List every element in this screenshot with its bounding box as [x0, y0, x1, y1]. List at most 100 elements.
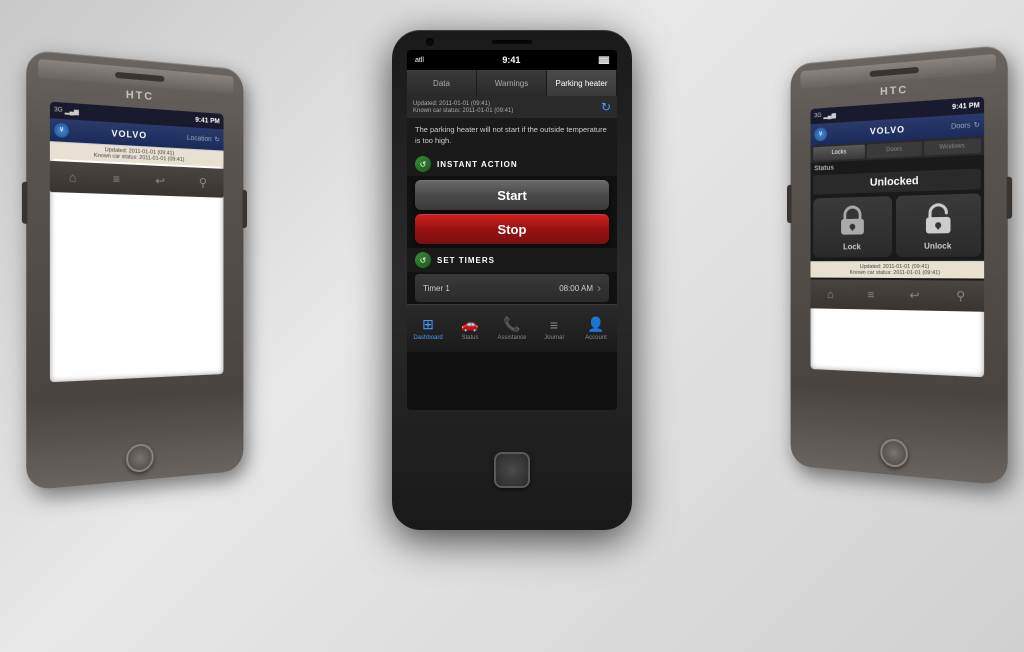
lock-button[interactable]: Lock: [813, 196, 892, 257]
assistance-label: Assistance: [497, 335, 526, 341]
right-phone-side-button: [1007, 177, 1012, 219]
right-search-nav-icon[interactable]: ⚲: [956, 289, 965, 304]
phone-bottom: [126, 377, 154, 481]
right-back-nav-icon[interactable]: ↩: [909, 288, 919, 302]
right-screen: 3G ▂▄▆ 9:41 PM V VOLVO Doors ↻ Locks Doo…: [811, 97, 985, 378]
account-label: Account: [585, 335, 607, 341]
stop-button[interactable]: Stop: [415, 214, 609, 244]
set-timers-title: SET TIMERS: [437, 256, 495, 265]
volvo-logo: V: [54, 123, 69, 138]
right-status-time: 9:41 PM: [952, 102, 980, 111]
sensor: [590, 38, 598, 46]
htc-brand-label-right: htc: [880, 84, 908, 98]
timer1-row[interactable]: Timer 1 08:00 AM ›: [415, 274, 609, 302]
iphone-speaker: [492, 40, 532, 44]
locks-content: Locks Doors Windows Status Unlocked: [811, 136, 985, 312]
iphone-battery: ▓▓: [599, 57, 609, 64]
right-footer-line2: Known car status: 2011-01-01 (09:41): [814, 270, 980, 277]
iphone-top: [416, 30, 608, 50]
nav-dashboard[interactable]: ⊞ Dashboard: [407, 316, 449, 341]
nav-assistance[interactable]: 📞 Assistance: [491, 316, 533, 341]
lock-padlock-icon: [835, 203, 869, 239]
right-side-button: [242, 190, 246, 228]
right-phone: htc 3G ▂▄▆ 9:41 PM V VOLVO Doors ↻ Locks: [791, 44, 1008, 485]
unlock-padlock-icon: [919, 200, 956, 237]
dashboard-icon: ⊞: [422, 316, 434, 333]
menu-nav-icon[interactable]: ≡: [113, 172, 120, 186]
tab-warnings[interactable]: Warnings: [477, 70, 547, 96]
front-camera: [426, 38, 434, 46]
info-line1: Updated: 2011-01-01 (09:41): [413, 101, 513, 107]
home-nav-icon[interactable]: ⌂: [69, 170, 77, 185]
nav-journal[interactable]: ≡ Journal: [533, 317, 575, 341]
iphone-time: 9:41: [502, 55, 520, 65]
back-nav-icon[interactable]: ↩: [155, 174, 165, 188]
search-nav-icon[interactable]: ⚲: [199, 176, 207, 190]
instant-action-icon: ↺: [415, 156, 431, 172]
tab-parking-heater[interactable]: Parking heater: [547, 70, 617, 96]
htc-speaker-bar: [38, 59, 233, 94]
home-button[interactable]: [126, 443, 154, 473]
signal-icons: 3G ▂▄▆: [54, 107, 79, 116]
iphone-signal: atll: [415, 57, 424, 64]
instant-action-header: ↺ INSTANT ACTION: [407, 152, 617, 176]
status-label: Status: [461, 335, 478, 341]
htc-brand-label: htc: [126, 89, 154, 103]
left-side-button: [22, 182, 27, 224]
start-button[interactable]: Start: [415, 180, 609, 210]
timer1-time: 08:00 AM: [559, 284, 593, 293]
lock-unlock-buttons: Lock Unlock: [811, 189, 985, 261]
right-nav-bar: ⌂ ≡ ↩ ⚲: [811, 279, 985, 311]
right-header-right: Doors ↻: [951, 121, 980, 131]
app-title: VOLVO: [111, 128, 147, 140]
status-icon: 🚗: [461, 316, 478, 333]
status-time: 9:41 PM: [195, 116, 220, 124]
info-bar: Updated: 2011-01-01 (09:41) Known car st…: [407, 96, 617, 119]
warning-text: The parking heater will not start if the…: [407, 119, 617, 152]
timer-icon: ↺: [415, 252, 431, 268]
iphone-bottom-nav: ⊞ Dashboard 🚗 Status 📞 Assistance ≡ Jour…: [407, 304, 617, 352]
timer1-label: Timer 1: [423, 284, 450, 293]
speaker-grille: [115, 72, 164, 82]
set-timers-header: ↺ SET TIMERS: [407, 248, 617, 272]
instant-action-title: INSTANT ACTION: [437, 160, 518, 169]
header-right: Location ↻: [187, 134, 220, 144]
left-phone: htc 3G ▂▄▆ 9:41 PM V VOLVO Location ↻: [26, 49, 243, 490]
htc-speaker-bar-right: [801, 54, 996, 89]
timer1-right: 08:00 AM ›: [559, 281, 601, 295]
right-home-button[interactable]: [880, 438, 908, 468]
account-icon: 👤: [587, 316, 604, 333]
tab-locks[interactable]: Locks: [813, 145, 865, 161]
unlock-button[interactable]: Unlock: [896, 193, 981, 257]
dashboard-label: Dashboard: [413, 335, 442, 341]
iphone-tabs: Data Warnings Parking heater: [407, 70, 617, 96]
unlock-label: Unlock: [924, 241, 951, 250]
tab-windows[interactable]: Windows: [924, 138, 981, 155]
info-text: Updated: 2011-01-01 (09:41) Known car st…: [413, 101, 513, 114]
right-status-footer: Updated: 2011-01-01 (09:41) Known car st…: [811, 261, 985, 279]
assistance-icon: 📞: [503, 316, 520, 333]
right-signal-icons: 3G ▂▄▆: [814, 112, 836, 120]
timer1-arrow: ›: [597, 281, 601, 295]
tab-doors[interactable]: Doors: [867, 142, 921, 159]
speaker-grille-right: [870, 67, 919, 77]
journal-label: Journal: [544, 335, 564, 341]
nav-account[interactable]: 👤 Account: [575, 316, 617, 341]
right-app-title: VOLVO: [870, 124, 905, 136]
refresh-icon[interactable]: ↻: [601, 100, 611, 114]
nav-bar: ⌂ ≡ ↩ ⚲: [50, 161, 224, 198]
iphone-status-bar: atll 9:41 ▓▓: [407, 50, 617, 70]
tab-data[interactable]: Data: [407, 70, 477, 96]
iphone-home-button[interactable]: [494, 452, 530, 488]
nav-status[interactable]: 🚗 Status: [449, 316, 491, 341]
right-home-nav-icon[interactable]: ⌂: [827, 287, 834, 301]
right-phone-bottom: [880, 372, 908, 476]
iphone-screen: atll 9:41 ▓▓ Data Warnings Parking heate…: [407, 50, 617, 410]
info-line2: Known car status: 2011-01-01 (09:41): [413, 108, 513, 114]
lock-label: Lock: [843, 242, 861, 251]
right-volvo-logo: V: [814, 127, 827, 141]
left-screen: 3G ▂▄▆ 9:41 PM V VOLVO Location ↻ 📶: [50, 102, 224, 383]
right-menu-nav-icon[interactable]: ≡: [868, 288, 875, 302]
iphone-bottom-area: [494, 410, 530, 530]
center-iphone: atll 9:41 ▓▓ Data Warnings Parking heate…: [392, 30, 632, 530]
